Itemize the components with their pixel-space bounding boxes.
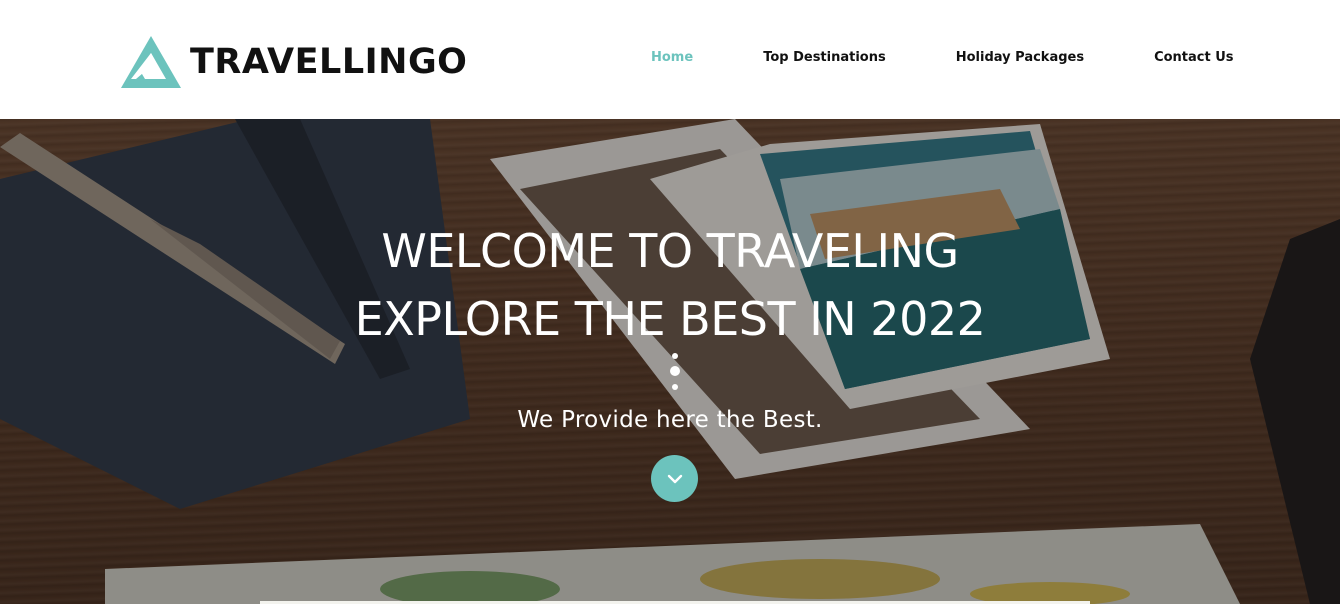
hero-title-line1: WELCOME TO TRAVELING bbox=[381, 224, 959, 278]
hero-title-line2: EXPLORE THE BEST IN 2022 bbox=[354, 292, 986, 346]
logo[interactable]: TRAVELLINGO bbox=[121, 36, 467, 88]
nav-holiday-packages[interactable]: Holiday Packages bbox=[956, 50, 1084, 65]
divider-dots-icon bbox=[670, 353, 680, 393]
nav-contact-us[interactable]: Contact Us bbox=[1154, 50, 1233, 65]
nav-home[interactable]: Home bbox=[651, 50, 693, 65]
brand-name: TRAVELLINGO bbox=[190, 41, 468, 82]
hero-subtitle: We Provide here the Best. bbox=[517, 407, 823, 433]
hero-section: WELCOME TO TRAVELING EXPLORE THE BEST IN… bbox=[0, 119, 1340, 604]
logo-triangle-icon bbox=[121, 36, 181, 88]
nav-top-destinations[interactable]: Top Destinations bbox=[763, 50, 886, 65]
main-nav: Home Top Destinations Holiday Packages C… bbox=[651, 50, 1234, 65]
site-header: TRAVELLINGO Home Top Destinations Holida… bbox=[0, 0, 1340, 119]
scroll-down-button[interactable] bbox=[651, 455, 698, 502]
chevron-down-icon bbox=[667, 474, 682, 483]
